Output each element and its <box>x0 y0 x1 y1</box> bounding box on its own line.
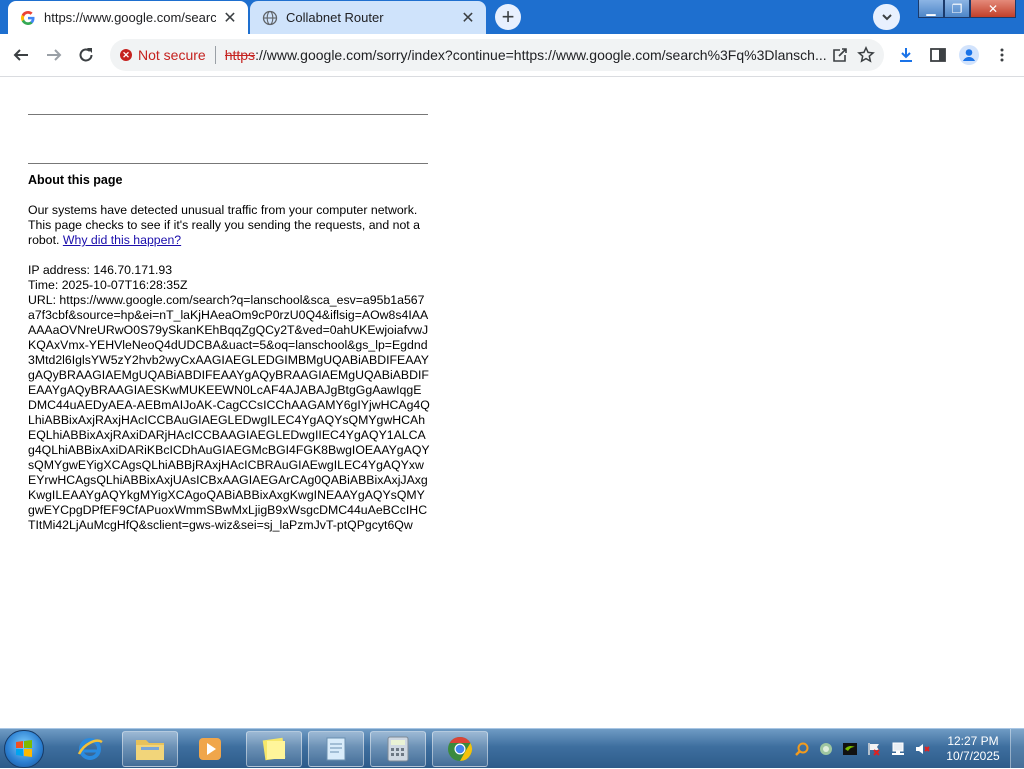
show-desktop-button[interactable] <box>1010 729 1024 769</box>
request-info: IP address: 146.70.171.93 Time: 2025-10-… <box>28 263 430 533</box>
request-url: URL: https://www.google.com/search?q=lan… <box>28 293 430 532</box>
taskbar-sticky-notes[interactable] <box>246 731 302 767</box>
download-icon <box>900 48 912 62</box>
close-icon: ✕ <box>987 1 999 16</box>
minimize-button[interactable]: ▁ <box>918 0 944 18</box>
volume-muted-icon[interactable] <box>914 741 930 757</box>
profile-button[interactable] <box>957 43 981 67</box>
new-tab-button[interactable]: + <box>495 4 521 30</box>
taskbar-chrome[interactable] <box>432 731 488 767</box>
tab-title: https://www.google.com/search?q=lanschoo… <box>44 10 216 25</box>
calculator-icon <box>387 736 409 762</box>
internet-explorer-icon <box>77 738 103 760</box>
taskbar-notepad[interactable] <box>308 731 364 767</box>
notepad-icon <box>326 737 346 761</box>
close-window-button[interactable]: ✕ <box>970 0 1016 18</box>
tab-collabnet-router[interactable]: Collabnet Router ✕ <box>250 1 486 34</box>
share-icon[interactable] <box>828 43 852 67</box>
downloads-button[interactable] <box>894 43 918 67</box>
folder-icon <box>136 740 164 760</box>
reload-button[interactable] <box>74 43 98 67</box>
network-tray-icon[interactable] <box>818 741 834 757</box>
url-text[interactable]: https://www.google.com/sorry/index?conti… <box>225 47 826 63</box>
close-tab-icon[interactable]: ✕ <box>222 10 238 27</box>
second-divider <box>28 163 428 164</box>
browser-toolbar: ✕ Not secure https://www.google.com/sorr… <box>0 34 1024 77</box>
nvidia-icon[interactable] <box>842 741 858 757</box>
tab-title: Collabnet Router <box>286 10 384 25</box>
chrome-icon <box>448 737 473 761</box>
close-tab-icon[interactable]: ✕ <box>460 10 476 27</box>
side-panel-icon <box>930 48 946 62</box>
reload-icon <box>79 48 93 62</box>
tab-search-button[interactable] <box>873 4 900 30</box>
address-bar[interactable]: ✕ Not secure https://www.google.com/sorr… <box>110 39 884 71</box>
about-heading: About this page <box>28 173 123 187</box>
side-panel-button[interactable] <box>926 43 950 67</box>
restore-icon: ❐ <box>951 1 963 16</box>
menu-button[interactable] <box>990 43 1014 67</box>
clock-time: 12:27 PM <box>947 734 999 748</box>
top-divider <box>28 114 428 115</box>
chevron-down-icon <box>881 14 892 21</box>
taskbar-calculator[interactable] <box>370 731 426 767</box>
plus-icon: + <box>501 4 515 29</box>
not-secure-label[interactable]: Not secure <box>138 47 206 63</box>
back-arrow-icon <box>13 49 28 61</box>
window-controls: ▁ ❐ ✕ <box>918 0 1016 19</box>
profile-avatar-icon <box>959 45 979 65</box>
network-icon[interactable] <box>890 741 906 757</box>
ip-address: IP address: 146.70.171.93 <box>28 263 173 277</box>
unusual-traffic-message: Our systems have detected unusual traffi… <box>28 203 430 248</box>
forward-button[interactable] <box>42 43 66 67</box>
taskbar-media-player[interactable] <box>182 731 238 767</box>
system-tray <box>790 737 934 761</box>
not-secure-icon: ✕ <box>120 49 132 61</box>
url-path: ://www.google.com/sorry/index?continue=h… <box>255 47 826 63</box>
sticky-notes-icon <box>262 737 286 761</box>
tab-google-search[interactable]: https://www.google.com/search?q=lanschoo… <box>8 1 248 34</box>
more-vert-icon <box>1000 48 1004 62</box>
taskbar-file-explorer[interactable] <box>122 731 178 767</box>
media-player-icon <box>199 738 221 760</box>
windows-taskbar: 12:27 PM 10/7/2025 <box>0 728 1024 769</box>
windows-logo-icon <box>16 740 32 757</box>
why-link[interactable]: Why did this happen? <box>63 233 181 247</box>
timestamp: Time: 2025-10-07T16:28:35Z <box>28 278 188 292</box>
taskbar-internet-explorer[interactable] <box>62 731 118 767</box>
start-button[interactable] <box>4 730 44 768</box>
flag-icon[interactable] <box>866 741 882 757</box>
tab-strip: https://www.google.com/search?q=lanschoo… <box>0 0 1024 34</box>
url-scheme: https <box>224 47 256 63</box>
globe-icon <box>262 10 278 26</box>
bookmark-star-icon[interactable] <box>854 43 878 67</box>
maximize-button[interactable]: ❐ <box>944 0 970 18</box>
search-tray-icon[interactable] <box>794 741 810 757</box>
clock-date: 10/7/2025 <box>946 749 1000 763</box>
taskbar-clock[interactable]: 12:27 PM 10/7/2025 <box>940 734 1006 764</box>
omnibox-separator <box>214 46 216 64</box>
back-button[interactable] <box>9 43 33 67</box>
minimize-icon: ▁ <box>926 1 936 16</box>
google-g-icon <box>20 10 36 26</box>
forward-arrow-icon <box>47 49 62 61</box>
